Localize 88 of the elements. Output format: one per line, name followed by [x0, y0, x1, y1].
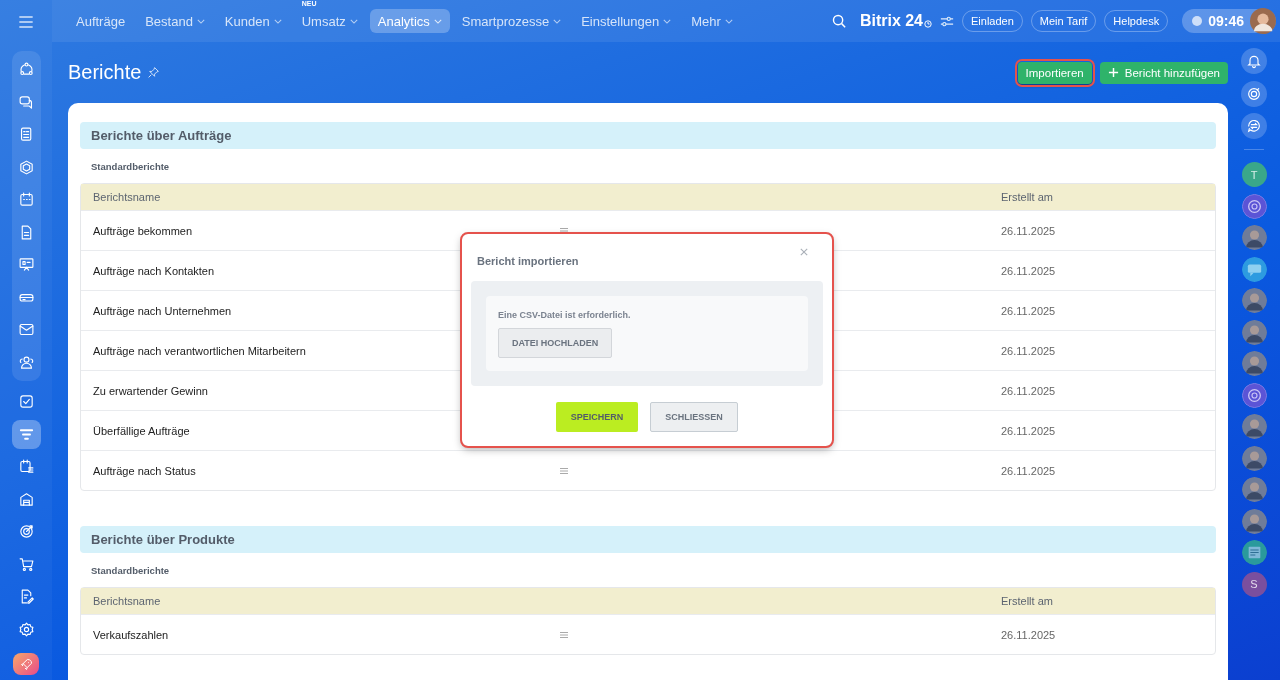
date-cell-text: 26.11.2025	[1001, 628, 1057, 641]
report-name[interactable]: Aufträge bekommen	[81, 224, 548, 237]
date-cell-text: 26.11.2025	[1001, 384, 1057, 397]
drag-handle-icon[interactable]	[560, 227, 568, 234]
nav-tab[interactable]: Smartprozesse	[453, 9, 570, 33]
toolbar-button[interactable]	[1241, 113, 1267, 139]
upload-button[interactable]: DATEI HOCHLADEN	[498, 328, 613, 358]
close-icon[interactable]	[800, 248, 808, 256]
avatar[interactable]	[1241, 288, 1267, 313]
chevron-icon	[724, 18, 733, 24]
plus-icon	[1107, 67, 1119, 78]
avatar[interactable]	[1241, 477, 1267, 502]
avatar[interactable]	[1241, 508, 1267, 534]
pin-icon[interactable]	[147, 66, 161, 79]
sliders-icon[interactable]	[940, 15, 954, 27]
logo: Bitrix 24	[859, 12, 923, 30]
hexagon-icon	[17, 158, 35, 176]
chevron-icon	[273, 18, 282, 24]
news-icon[interactable]	[1241, 540, 1267, 565]
date-cell-text: 26.11.2025	[1001, 304, 1057, 317]
column-header: Berichtsname	[92, 595, 162, 607]
report-name[interactable]: Aufträge nach Status	[81, 464, 548, 477]
rocket-icon	[18, 656, 34, 672]
sidebar-item[interactable]	[11, 419, 41, 449]
date-cell-text: 26.11.2025	[1001, 224, 1057, 237]
chat-avatar[interactable]: T	[1241, 162, 1267, 187]
exchange-icon	[1246, 118, 1262, 134]
chevron-icon	[663, 18, 672, 24]
column-header: Erstellt am	[1001, 191, 1054, 203]
bell-icon	[1246, 53, 1262, 69]
chat-avatar[interactable]: S	[1241, 571, 1267, 597]
avatar[interactable]	[1241, 319, 1267, 345]
avatar[interactable]	[1241, 414, 1267, 439]
report-name[interactable]: Verkaufszahlen	[81, 628, 548, 641]
avatar[interactable]	[1241, 225, 1267, 250]
page-title: Berichte	[68, 61, 142, 84]
save-button[interactable]: SPEICHERN	[556, 402, 638, 432]
section-subtitle: Standardberichte	[90, 564, 171, 578]
chevron-icon	[196, 18, 205, 24]
chevron-icon	[553, 18, 562, 24]
drag-handle-icon[interactable]	[560, 631, 568, 638]
chat-icon[interactable]	[1241, 256, 1267, 282]
date-cell-text: 26.11.2025	[1001, 264, 1057, 277]
column-header: Erstellt am	[1001, 595, 1054, 607]
date-cell-text: 26.11.2025	[1001, 344, 1057, 357]
clock-icon	[924, 20, 932, 28]
rocket-button[interactable]	[13, 653, 39, 675]
warehouse-icon	[17, 490, 35, 508]
checkbox-icon	[17, 393, 35, 411]
dialog-title: Bericht importieren	[477, 255, 579, 267]
target-icon	[17, 523, 35, 541]
add-report-button[interactable]: Bericht hinzufügen	[1099, 61, 1228, 84]
time-widget[interactable]: 09:46	[1182, 9, 1276, 33]
spiral-icon[interactable]	[1241, 382, 1267, 408]
hint-text: Eine CSV-Datei ist erforderlich.	[498, 310, 632, 320]
chat-icon	[17, 93, 35, 111]
cart-icon	[17, 555, 35, 573]
nav-tab[interactable]: Aufträge	[68, 9, 134, 33]
search-icon[interactable]	[830, 12, 848, 30]
drag-handle-icon[interactable]	[560, 467, 568, 474]
column-header: Berichtsname	[92, 191, 162, 203]
section-header: Berichte über Produkte	[80, 526, 1216, 553]
toolbar-button[interactable]	[1241, 80, 1267, 107]
date-cell-text: 26.11.2025	[1001, 464, 1057, 477]
nav-tab[interactable]: Analytics	[369, 9, 450, 33]
toolbar-button[interactable]	[1241, 48, 1267, 74]
settings-icon	[17, 620, 35, 638]
chevron-icon	[349, 18, 358, 24]
nav-tab[interactable]: Mehr	[683, 9, 741, 33]
section-header: Berichte über Aufträge	[80, 122, 1216, 149]
time-text: 09:46	[1208, 13, 1244, 29]
nav-tab[interactable]: Kunden	[216, 9, 290, 33]
presentation-icon	[17, 256, 35, 274]
chevron-icon	[433, 18, 442, 24]
nav-tab[interactable]: Einstellungen	[573, 9, 680, 33]
spiral-icon	[1246, 85, 1262, 102]
spiral-icon[interactable]	[1241, 193, 1267, 219]
nav-tab[interactable]: Bestand	[137, 9, 213, 33]
avatar[interactable]	[1250, 8, 1276, 34]
calendar-icon	[17, 191, 35, 209]
clock-icon	[1192, 16, 1203, 26]
calendar-list-icon	[17, 458, 35, 476]
section-subtitle: Standardberichte	[90, 160, 171, 174]
close-button[interactable]: SCHLIESSEN	[650, 402, 738, 432]
import-button[interactable]: Importieren	[1017, 61, 1092, 84]
avatar[interactable]	[1241, 445, 1267, 471]
date-cell-text: 26.11.2025	[1001, 424, 1057, 437]
avatar[interactable]	[1241, 351, 1267, 376]
